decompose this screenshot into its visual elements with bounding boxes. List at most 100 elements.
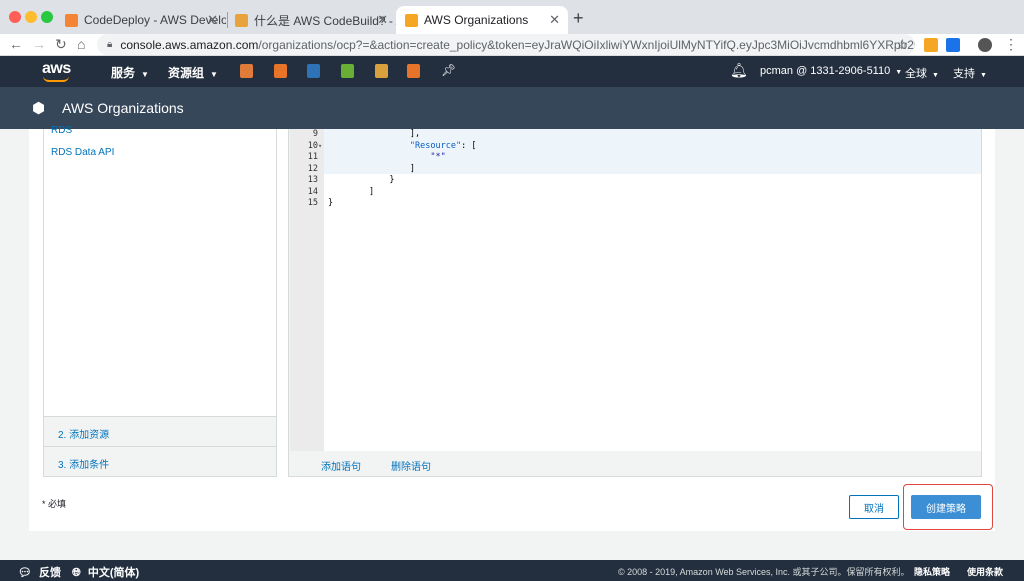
feedback-label: 反馈 — [39, 567, 62, 579]
line-number: 9 — [312, 129, 318, 139]
close-tab-icon[interactable]: ✕ — [549, 12, 560, 28]
code-line: "Resource": [ — [409, 140, 477, 151]
close-window-button[interactable] — [9, 11, 21, 23]
tab-title: 什么是 AWS CodeBuild? - AWS — [254, 13, 396, 28]
line-number: 14 — [307, 186, 318, 197]
region-menu[interactable]: 全球 ▼ — [905, 65, 939, 81]
browser-tab-organizations[interactable]: AWS Organizations ✕ — [396, 6, 568, 34]
step-add-condition-label: 3. 添加条件 — [58, 460, 110, 471]
service-shortcut-icon[interactable] — [274, 64, 287, 78]
resource-groups-label: 资源组 — [168, 66, 205, 80]
browser-address-bar: ← → ↻ ⌂ 🔒︎ console.aws.amazon.com /organ… — [0, 34, 1024, 56]
url-field[interactable]: 🔒︎ console.aws.amazon.com /organizations… — [97, 34, 915, 55]
terms-of-use-link[interactable]: 使用条款 — [967, 565, 1003, 578]
chat-bubble-icon: 💬︎ — [18, 567, 32, 579]
caret-down-icon: ▼ — [141, 70, 149, 79]
console-footer: 💬︎ 反馈 🌐︎ 中文(简体) © 2008 - 2019, Amazon We… — [0, 560, 1024, 581]
browser-tab-strip: CodeDeploy - AWS Developer ✕ 什么是 AWS Cod… — [0, 0, 1024, 34]
new-tab-button[interactable]: + — [573, 8, 584, 29]
privacy-policy-link[interactable]: 隐私策略 — [914, 565, 950, 578]
service-shortcut-icon[interactable] — [240, 64, 253, 78]
aws-logo-text: aws — [42, 60, 71, 77]
caret-down-icon: ▼ — [210, 70, 218, 79]
minimize-window-button[interactable] — [25, 11, 37, 23]
home-icon[interactable]: ⌂ — [77, 36, 85, 52]
service-title[interactable]: AWS Organizations — [62, 100, 184, 116]
line-number: 10 — [307, 140, 318, 151]
service-list-panel: RDS RDS Data API 2. 添加资源 3. 添加条件 — [43, 125, 277, 477]
services-label: 服务 — [111, 66, 136, 80]
aws-favicon-icon — [65, 14, 78, 27]
aws-docs-favicon-icon — [235, 14, 248, 27]
service-list-item[interactable]: RDS Data API — [51, 147, 114, 158]
service-shortcut-icon[interactable] — [341, 64, 354, 78]
reload-icon[interactable]: ↻ — [55, 36, 67, 53]
required-note: * 必填 — [42, 499, 67, 509]
cancel-button[interactable]: 取消 — [849, 495, 899, 519]
line-number: 15 — [307, 198, 318, 208]
service-list-item[interactable]: RDS — [51, 125, 72, 136]
region-label: 全球 — [905, 68, 927, 80]
maximize-window-button[interactable] — [41, 11, 53, 23]
aws-logo[interactable]: aws — [42, 60, 71, 82]
step-add-resource[interactable]: 2. 添加资源 — [44, 416, 276, 446]
create-policy-button[interactable]: 创建策略 — [911, 495, 981, 519]
caret-down-icon: ▼ — [980, 72, 987, 79]
service-shortcut-icon[interactable] — [407, 64, 420, 78]
feedback-link[interactable]: 💬︎ 反馈 — [18, 564, 61, 580]
language-label: 中文(简体) — [87, 567, 140, 579]
account-menu[interactable]: pcman @ 1331-2906-5110 ▼ — [760, 65, 902, 77]
support-label: 支持 — [953, 68, 975, 80]
service-shortcut-icon[interactable] — [307, 64, 320, 78]
browser-menu-icon[interactable]: ⋮ — [1004, 36, 1018, 53]
bell-icon[interactable]: 🔔︎ — [730, 62, 748, 79]
organizations-cube-icon: ⬢ — [32, 100, 46, 117]
caret-down-icon: ▼ — [932, 72, 939, 79]
code-line: ] — [328, 163, 415, 174]
code-line: "*" — [430, 152, 446, 162]
extension-icon[interactable] — [946, 38, 960, 52]
pin-icon[interactable]: 📌︎ — [441, 63, 456, 77]
fold-toggle-icon[interactable]: ▾ — [318, 141, 322, 153]
bookmark-star-icon[interactable]: ☆ — [896, 36, 909, 53]
url-host: console.aws.amazon.com — [120, 37, 259, 52]
resource-groups-menu[interactable]: 资源组 ▼ — [168, 64, 218, 81]
tab-title: CodeDeploy - AWS Developer — [84, 13, 226, 27]
profile-avatar-icon[interactable] — [978, 38, 992, 52]
account-label: pcman @ 1331-2906-5110 — [760, 65, 891, 77]
services-menu[interactable]: 服务 ▼ — [111, 64, 149, 81]
support-menu[interactable]: 支持 ▼ — [953, 65, 987, 81]
code-line: } — [328, 175, 395, 185]
policy-editor-panel: 9 ], 10 ▾ "Resource": [11 "*" 12 ] 13 } 14 ] 1… — [288, 129, 982, 477]
code-line: ] — [328, 186, 375, 197]
copyright-text: © 2008 - 2019, Amazon Web Services, Inc.… — [618, 567, 910, 577]
caret-down-icon: ▼ — [895, 69, 903, 76]
browser-tab-codedeploy[interactable]: CodeDeploy - AWS Developer ✕ — [56, 6, 226, 34]
aws-smile-icon — [43, 76, 69, 82]
back-arrow-icon[interactable]: ← — [9, 36, 23, 52]
close-tab-icon[interactable]: ✕ — [207, 12, 218, 28]
line-number: 11 — [307, 152, 318, 162]
url-path: /organizations/ocp?=&action=create_polic… — [258, 37, 915, 52]
service-shortcut-icon[interactable] — [375, 64, 388, 78]
aws-console-navbar: aws 服务 ▼ 资源组 ▼ 📌︎ 🔔︎ pcman @ 1331-2906-511… — [0, 56, 1024, 87]
close-tab-icon[interactable]: ✕ — [377, 12, 388, 28]
extension-icon[interactable] — [924, 38, 938, 52]
tab-title: AWS Organizations — [424, 13, 529, 27]
browser-tab-codebuild[interactable]: 什么是 AWS CodeBuild? - AWS ✕ — [226, 6, 396, 34]
service-header: ⬢ AWS Organizations — [0, 87, 1024, 129]
code-line: ], — [328, 129, 421, 139]
globe-icon: 🌐︎ — [72, 567, 81, 579]
editor-actions: 添加语句 删除语句 — [289, 451, 981, 477]
create-policy-panel: RDS RDS Data API 2. 添加资源 3. 添加条件 9 ], 10 ▾… — [29, 125, 995, 531]
line-number: 12 — [307, 163, 318, 174]
forward-arrow-icon[interactable]: → — [32, 36, 46, 52]
aws-favicon-icon — [405, 14, 418, 27]
json-code-editor[interactable]: 9 ], 10 ▾ "Resource": [11 "*" 12 ] 13 } 14 ] 1… — [290, 129, 981, 451]
remove-statement-link[interactable]: 删除语句 — [391, 458, 431, 473]
step-add-condition[interactable]: 3. 添加条件 — [44, 446, 276, 476]
code-line: } — [328, 198, 334, 208]
add-statement-link[interactable]: 添加语句 — [321, 458, 361, 473]
language-selector[interactable]: 🌐︎ 中文(简体) — [72, 564, 139, 580]
step-add-resource-label: 2. 添加资源 — [58, 430, 110, 441]
